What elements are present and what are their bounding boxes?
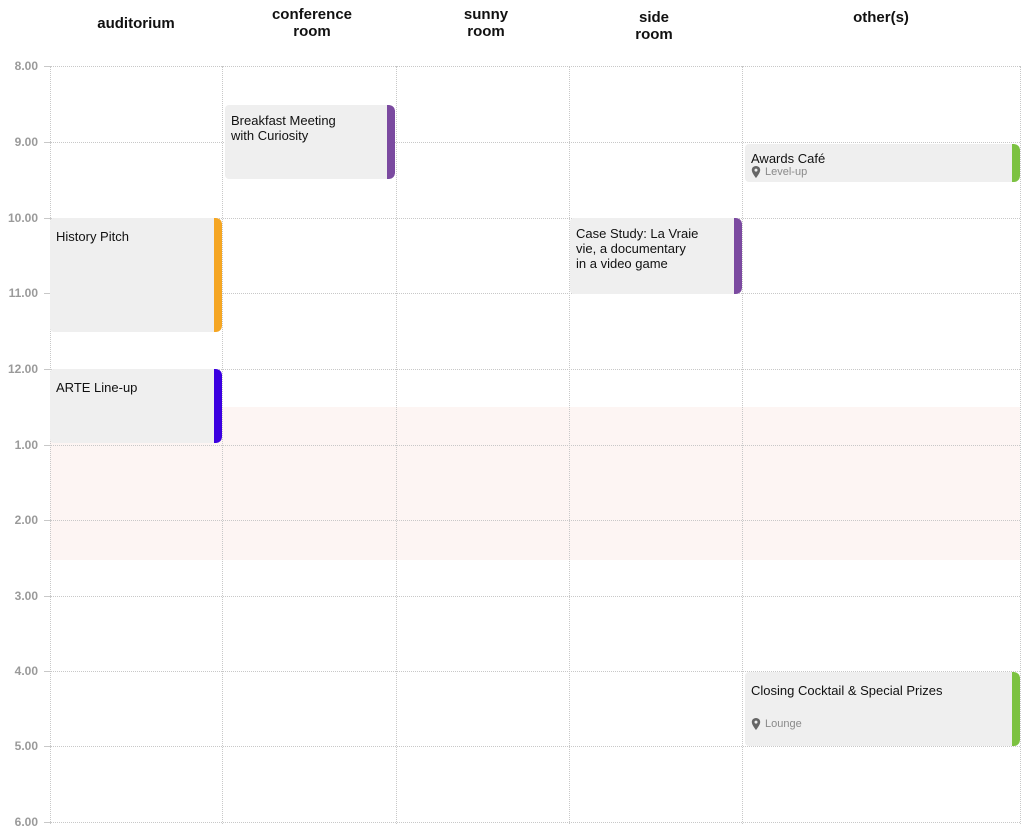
time-label: 1.00 bbox=[14, 438, 38, 452]
event-title: Awards Café bbox=[751, 151, 826, 166]
time-label: 8.00 bbox=[14, 59, 38, 73]
column-divider bbox=[569, 66, 570, 824]
event-location: Lounge bbox=[751, 718, 1006, 730]
column-header-sunny-room: sunny room bbox=[463, 6, 509, 40]
event-location-label: Lounge bbox=[765, 718, 802, 730]
column-header-conference-room: conference room bbox=[271, 6, 353, 40]
time-label: 3.00 bbox=[14, 589, 38, 603]
hour-line bbox=[50, 746, 1020, 747]
event-breakfast-meeting[interactable]: Breakfast Meeting with Curiosity bbox=[225, 105, 395, 179]
event-case-study[interactable]: Case Study: La Vraie vie, a documentary … bbox=[570, 218, 742, 294]
event-title: ARTE Line-up bbox=[56, 380, 138, 395]
time-label: 6.00 bbox=[14, 815, 38, 829]
hour-line bbox=[50, 596, 1020, 597]
map-pin-icon bbox=[751, 718, 761, 730]
event-location-label: Level-up bbox=[765, 166, 808, 178]
time-label: 4.00 bbox=[14, 664, 38, 678]
time-label: 2.00 bbox=[14, 513, 38, 527]
column-divider bbox=[396, 66, 397, 824]
time-label: 11.00 bbox=[8, 286, 38, 300]
hour-line bbox=[50, 822, 1020, 823]
hour-line bbox=[50, 142, 1020, 143]
event-color-bar bbox=[1012, 672, 1020, 746]
hour-line bbox=[50, 520, 1020, 521]
event-title: Closing Cocktail & Special Prizes bbox=[751, 683, 943, 698]
event-title: Breakfast Meeting with Curiosity bbox=[231, 113, 336, 143]
column-divider bbox=[222, 66, 223, 824]
event-color-bar bbox=[734, 218, 742, 294]
event-color-bar bbox=[214, 218, 222, 332]
event-color-bar bbox=[387, 105, 395, 179]
event-color-bar bbox=[1012, 144, 1020, 182]
event-arte-lineup[interactable]: ARTE Line-up bbox=[50, 369, 222, 443]
time-label: 5.00 bbox=[14, 739, 38, 753]
column-header-auditorium: auditorium bbox=[97, 15, 175, 32]
event-color-bar bbox=[214, 369, 222, 443]
column-header-side-room: side room bbox=[635, 9, 673, 43]
event-title: History Pitch bbox=[56, 229, 129, 244]
event-awards-cafe[interactable]: Awards Café Level-up bbox=[745, 144, 1020, 182]
time-label: 10.00 bbox=[7, 211, 38, 225]
hour-line bbox=[50, 445, 1020, 446]
hour-line bbox=[50, 66, 1020, 67]
map-pin-icon bbox=[751, 166, 761, 178]
column-divider bbox=[742, 66, 743, 824]
column-header-others: other(s) bbox=[853, 9, 909, 26]
event-history-pitch[interactable]: History Pitch bbox=[50, 218, 222, 332]
column-divider bbox=[50, 66, 51, 824]
time-label: 9.00 bbox=[14, 135, 38, 149]
time-label: 12.00 bbox=[7, 362, 38, 376]
event-closing-cocktail[interactable]: Closing Cocktail & Special Prizes Lounge bbox=[745, 672, 1020, 746]
event-title: Case Study: La Vraie vie, a documentary … bbox=[576, 226, 699, 271]
column-divider bbox=[1020, 66, 1021, 824]
event-location: Level-up bbox=[751, 166, 1006, 178]
